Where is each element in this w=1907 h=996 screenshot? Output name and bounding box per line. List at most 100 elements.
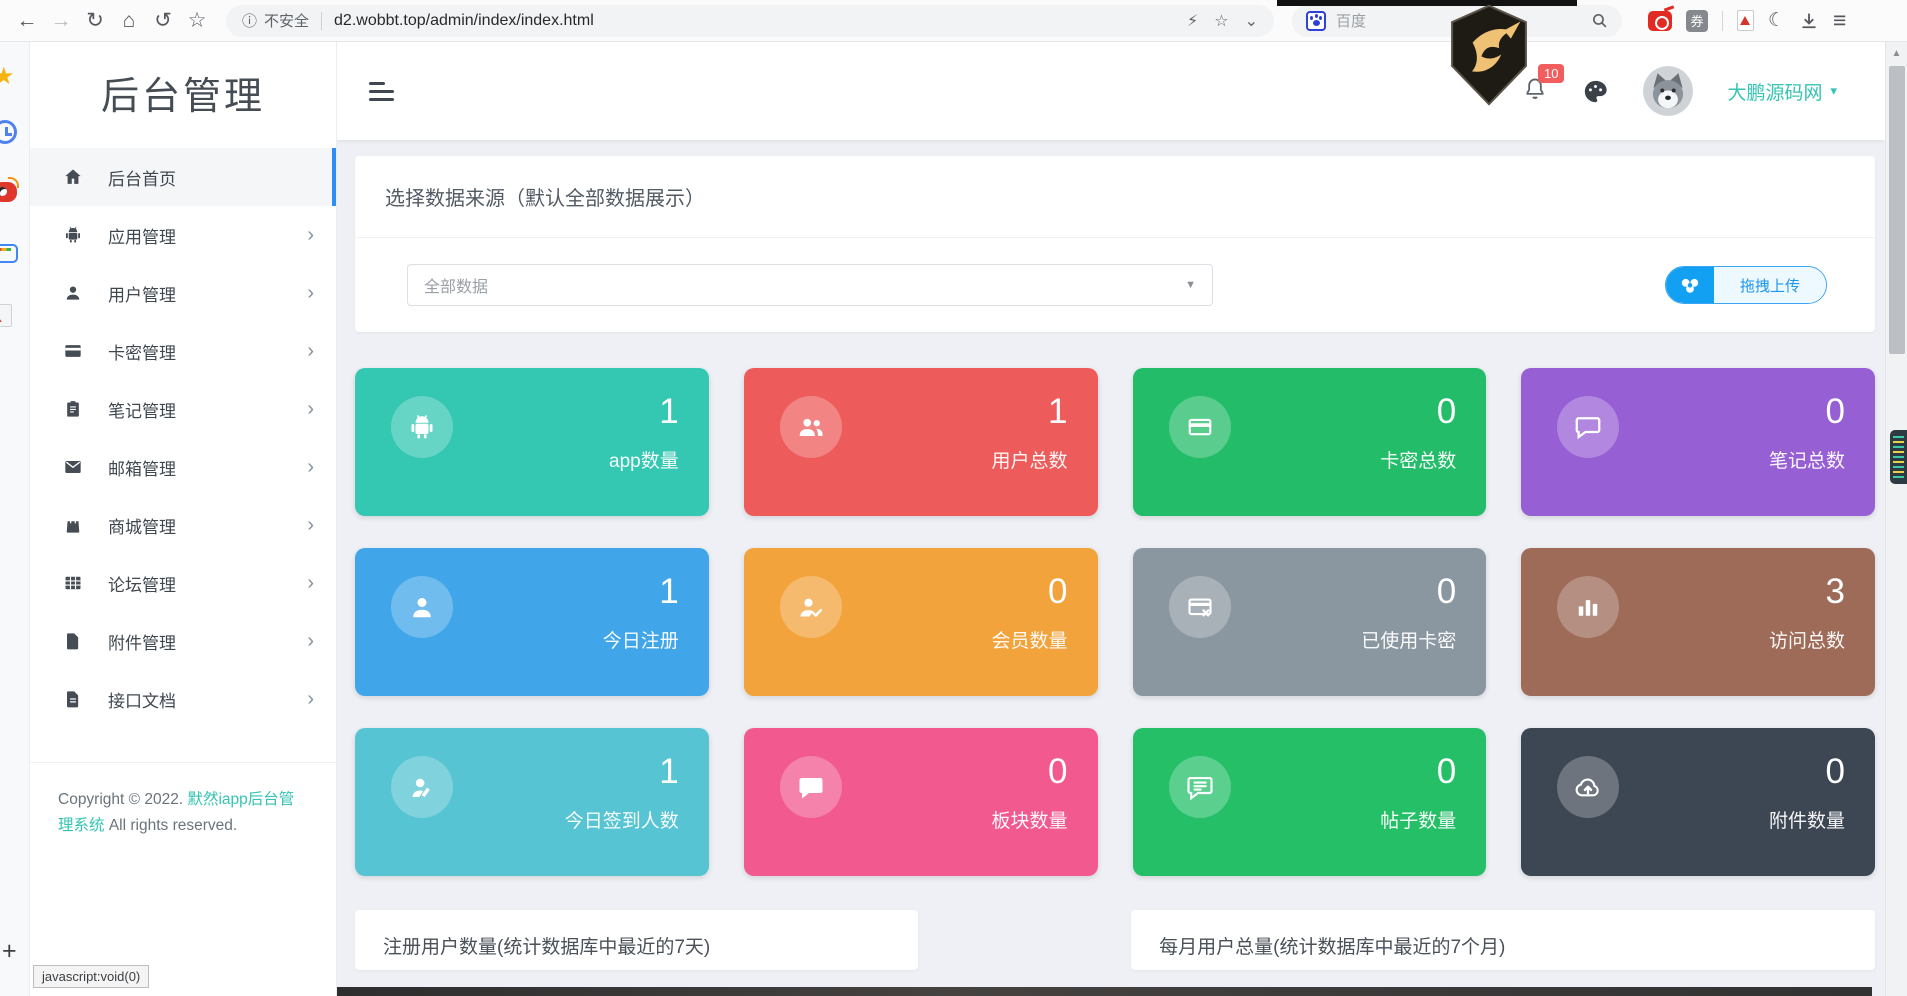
forward-icon[interactable]: → (44, 4, 78, 38)
sidebar-menu: 后台首页 应用管理 › 用户管理 › 卡密管理 › 笔记管理 › 邮箱管理 › (30, 148, 336, 728)
scrollbar-thumb[interactable] (1889, 66, 1905, 354)
stat-card-today-registered: 1今日注册 (355, 548, 709, 696)
search-icon[interactable] (1591, 12, 1608, 29)
back-icon[interactable]: ← (10, 4, 44, 38)
stat-card-total-visits: 3访问总数 (1521, 548, 1875, 696)
card-x-icon (1169, 576, 1231, 638)
reload-icon[interactable]: ↻ (78, 4, 112, 38)
download-icon[interactable] (1799, 11, 1819, 31)
page-header: 10 大鹏源码网 ▾ (337, 42, 1885, 140)
lightning-icon[interactable]: ⚡ (1187, 11, 1198, 31)
baidu-icon (1306, 11, 1326, 31)
sidebar-item-cardkeys[interactable]: 卡密管理 › (30, 322, 336, 380)
chevron-right-icon: › (307, 283, 314, 303)
netdisk-cloud-icon (1666, 267, 1714, 303)
sidebar-item-attachments[interactable]: 附件管理 › (30, 612, 336, 670)
stat-card-cardkeys-total: 0卡密总数 (1133, 368, 1487, 516)
person-icon (62, 282, 84, 304)
sidebar-item-users[interactable]: 用户管理 › (30, 264, 336, 322)
sidebar-item-shop[interactable]: 商城管理 › (30, 496, 336, 554)
sidebar-toggle-icon[interactable] (369, 82, 395, 101)
bar-chart-icon (1557, 576, 1619, 638)
theme-palette-icon[interactable] (1582, 78, 1609, 105)
hummingbird-logo[interactable] (1448, 4, 1530, 106)
clipboard-icon (62, 398, 84, 420)
credit-card-icon (62, 340, 84, 362)
data-source-title: 选择数据来源（默认全部数据展示） (355, 156, 1875, 238)
bookmark-star-icon[interactable]: ☆ (180, 4, 214, 38)
browser-side-strip: ★ + (0, 42, 30, 996)
stat-cards-grid: 1app数量 1用户总数 0卡密总数 0笔记总数 1今日注册 0会员数量 0已使… (355, 368, 1875, 876)
sidebar-item-mail[interactable]: 邮箱管理 › (30, 438, 336, 496)
chevron-right-icon: › (307, 341, 314, 361)
sidebar-item-apps[interactable]: 应用管理 › (30, 206, 336, 264)
chevron-right-icon: › (307, 631, 314, 651)
url-divider (321, 12, 322, 30)
group-icon (780, 396, 842, 458)
stat-card-members: 0会员数量 (744, 548, 1098, 696)
status-bar-link: javascript:void(0) (33, 965, 149, 988)
weibo-icon[interactable] (0, 182, 19, 208)
scroll-up-icon[interactable]: ▲ (1886, 42, 1907, 59)
home-icon[interactable]: ⌂ (112, 4, 146, 38)
coupon-extension-icon[interactable]: 券 (1686, 10, 1708, 32)
monthly-users-panel: 每月用户总量(统计数据库中最近的7个月) (1131, 910, 1875, 970)
credit-card-icon (1169, 396, 1231, 458)
charts-row: 注册用户数量(统计数据库中最近的7天) 每月用户总量(统计数据库中最近的7个月) (355, 910, 1875, 970)
stat-card-posts: 0帖子数量 (1133, 728, 1487, 876)
home-icon (62, 166, 84, 188)
caret-down-icon: ▾ (1830, 83, 1837, 99)
browser-toolbar: ← → ↻ ⌂ ↺ ☆ ⓘ 不安全 d2.wobbt.top/admin/ind… (0, 0, 1907, 42)
history-clock-icon[interactable] (0, 120, 19, 146)
post-list-icon (1169, 756, 1231, 818)
admin-sidebar: 后台管理 后台首页 应用管理 › 用户管理 › 卡密管理 › 笔记管理 › (30, 42, 337, 996)
security-label: 不安全 (264, 10, 309, 31)
toolbar-divider (1722, 11, 1723, 31)
stat-card-app-count: 1app数量 (355, 368, 709, 516)
android-icon (62, 224, 84, 246)
add-icon[interactable]: + (2, 937, 17, 966)
netdisk-upload-button[interactable]: 拖拽上传 (1665, 266, 1827, 304)
main-content: 选择数据来源（默认全部数据展示） 全部数据 ▼ 拖拽上传 1app数量 1用户总… (337, 140, 1885, 996)
pdf-extension-icon[interactable] (1737, 10, 1754, 31)
chevron-right-icon: › (307, 399, 314, 419)
chat-filled-icon (780, 756, 842, 818)
floating-side-widget[interactable] (1890, 430, 1907, 484)
page-scrollbar[interactable]: ▲ (1885, 42, 1907, 996)
user-menu[interactable]: 大鹏源码网 ▾ (1727, 78, 1837, 105)
browser-menu-icon[interactable]: ≡ (1833, 7, 1846, 34)
history-back-icon[interactable]: ↺ (146, 4, 180, 38)
bookmarks-card-icon[interactable] (0, 244, 19, 270)
stat-card-notes-total: 0笔记总数 (1521, 368, 1875, 516)
sidebar-item-forum[interactable]: 论坛管理 › (30, 554, 336, 612)
file-icon (62, 630, 84, 652)
taskbar-edge (337, 987, 1872, 996)
address-bar[interactable]: ⓘ 不安全 d2.wobbt.top/admin/index/index.htm… (226, 5, 1274, 37)
avatar[interactable] (1643, 66, 1693, 116)
extension-camera-icon[interactable] (1648, 11, 1672, 31)
notification-badge: 10 (1538, 64, 1564, 84)
sidebar-item-notes[interactable]: 笔记管理 › (30, 380, 336, 438)
copyright: Copyright © 2022. 默然iapp后台管理系统 All right… (30, 762, 336, 862)
data-source-select[interactable]: 全部数据 ▼ (407, 264, 1213, 306)
pdf-doc-icon[interactable] (0, 304, 19, 330)
favorites-star-icon[interactable]: ★ (0, 64, 19, 90)
info-icon: ⓘ (242, 10, 257, 31)
dark-mode-moon-icon[interactable]: ☾ (1768, 9, 1785, 32)
weekly-users-title: 注册用户数量(统计数据库中最近的7天) (355, 910, 918, 970)
stat-card-boards: 0板块数量 (744, 728, 1098, 876)
weekly-users-panel: 注册用户数量(统计数据库中最近的7天) (355, 910, 918, 970)
stat-card-today-checkins: 1今日签到人数 (355, 728, 709, 876)
favorite-star-icon[interactable]: ☆ (1214, 11, 1228, 31)
grid-table-icon (62, 572, 84, 594)
chevron-down-icon[interactable]: ⌄ (1245, 11, 1258, 31)
app-title: 后台管理 (30, 42, 336, 142)
cloud-upload-icon (1557, 756, 1619, 818)
chat-outline-icon (1557, 396, 1619, 458)
sidebar-item-dashboard[interactable]: 后台首页 (30, 148, 336, 206)
chevron-right-icon: › (307, 515, 314, 535)
stat-card-used-cardkeys: 0已使用卡密 (1133, 548, 1487, 696)
person-edit-icon (391, 756, 453, 818)
sidebar-item-api-docs[interactable]: 接口文档 › (30, 670, 336, 728)
url-text[interactable]: d2.wobbt.top/admin/index/index.html (334, 12, 1177, 30)
